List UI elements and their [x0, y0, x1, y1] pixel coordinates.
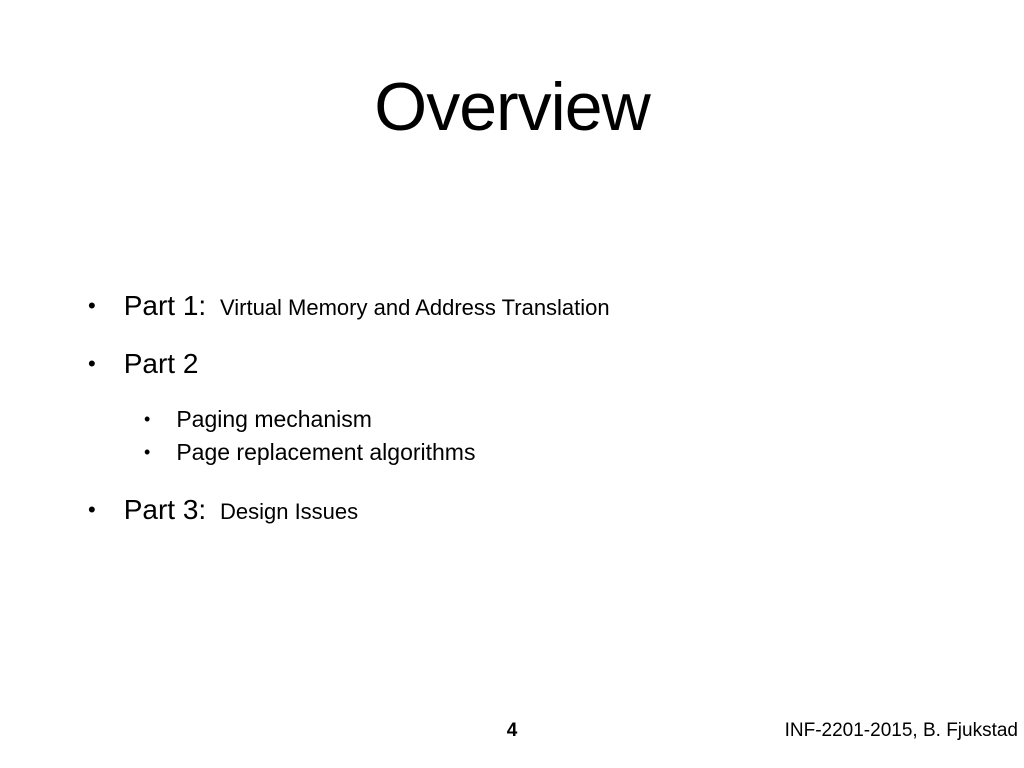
- bullet-part2-sublist: • Paging mechanism • Page replacement al…: [144, 406, 964, 466]
- bullet-dot: •: [144, 443, 150, 461]
- bullet-part2-label: Part 2: [124, 348, 199, 380]
- bullet-dot: •: [144, 410, 150, 428]
- bullet-part1-sub: Virtual Memory and Address Translation: [220, 295, 610, 320]
- bullet-part2-item: • Paging mechanism: [144, 406, 964, 433]
- bullet-part3-label: Part 3:: [124, 494, 206, 525]
- slide-title: Overview: [0, 0, 1024, 146]
- bullet-dot: •: [88, 295, 96, 317]
- bullet-part3-sub: Design Issues: [220, 499, 358, 524]
- bullet-part2-item: • Page replacement algorithms: [144, 439, 964, 466]
- bullet-part2-item-text: Paging mechanism: [176, 406, 372, 433]
- bullet-part1: • Part 1: Virtual Memory and Address Tra…: [88, 290, 964, 322]
- bullet-dot: •: [88, 499, 96, 521]
- bullet-part3: • Part 3: Design Issues: [88, 494, 964, 526]
- slide-content: • Part 1: Virtual Memory and Address Tra…: [88, 290, 964, 552]
- bullet-part2-item-text: Page replacement algorithms: [176, 439, 475, 466]
- bullet-part2: • Part 2: [88, 348, 964, 380]
- bullet-part1-label: Part 1:: [124, 290, 206, 321]
- footer-text: INF-2201-2015, B. Fjukstad: [785, 720, 1018, 742]
- bullet-dot: •: [88, 353, 96, 375]
